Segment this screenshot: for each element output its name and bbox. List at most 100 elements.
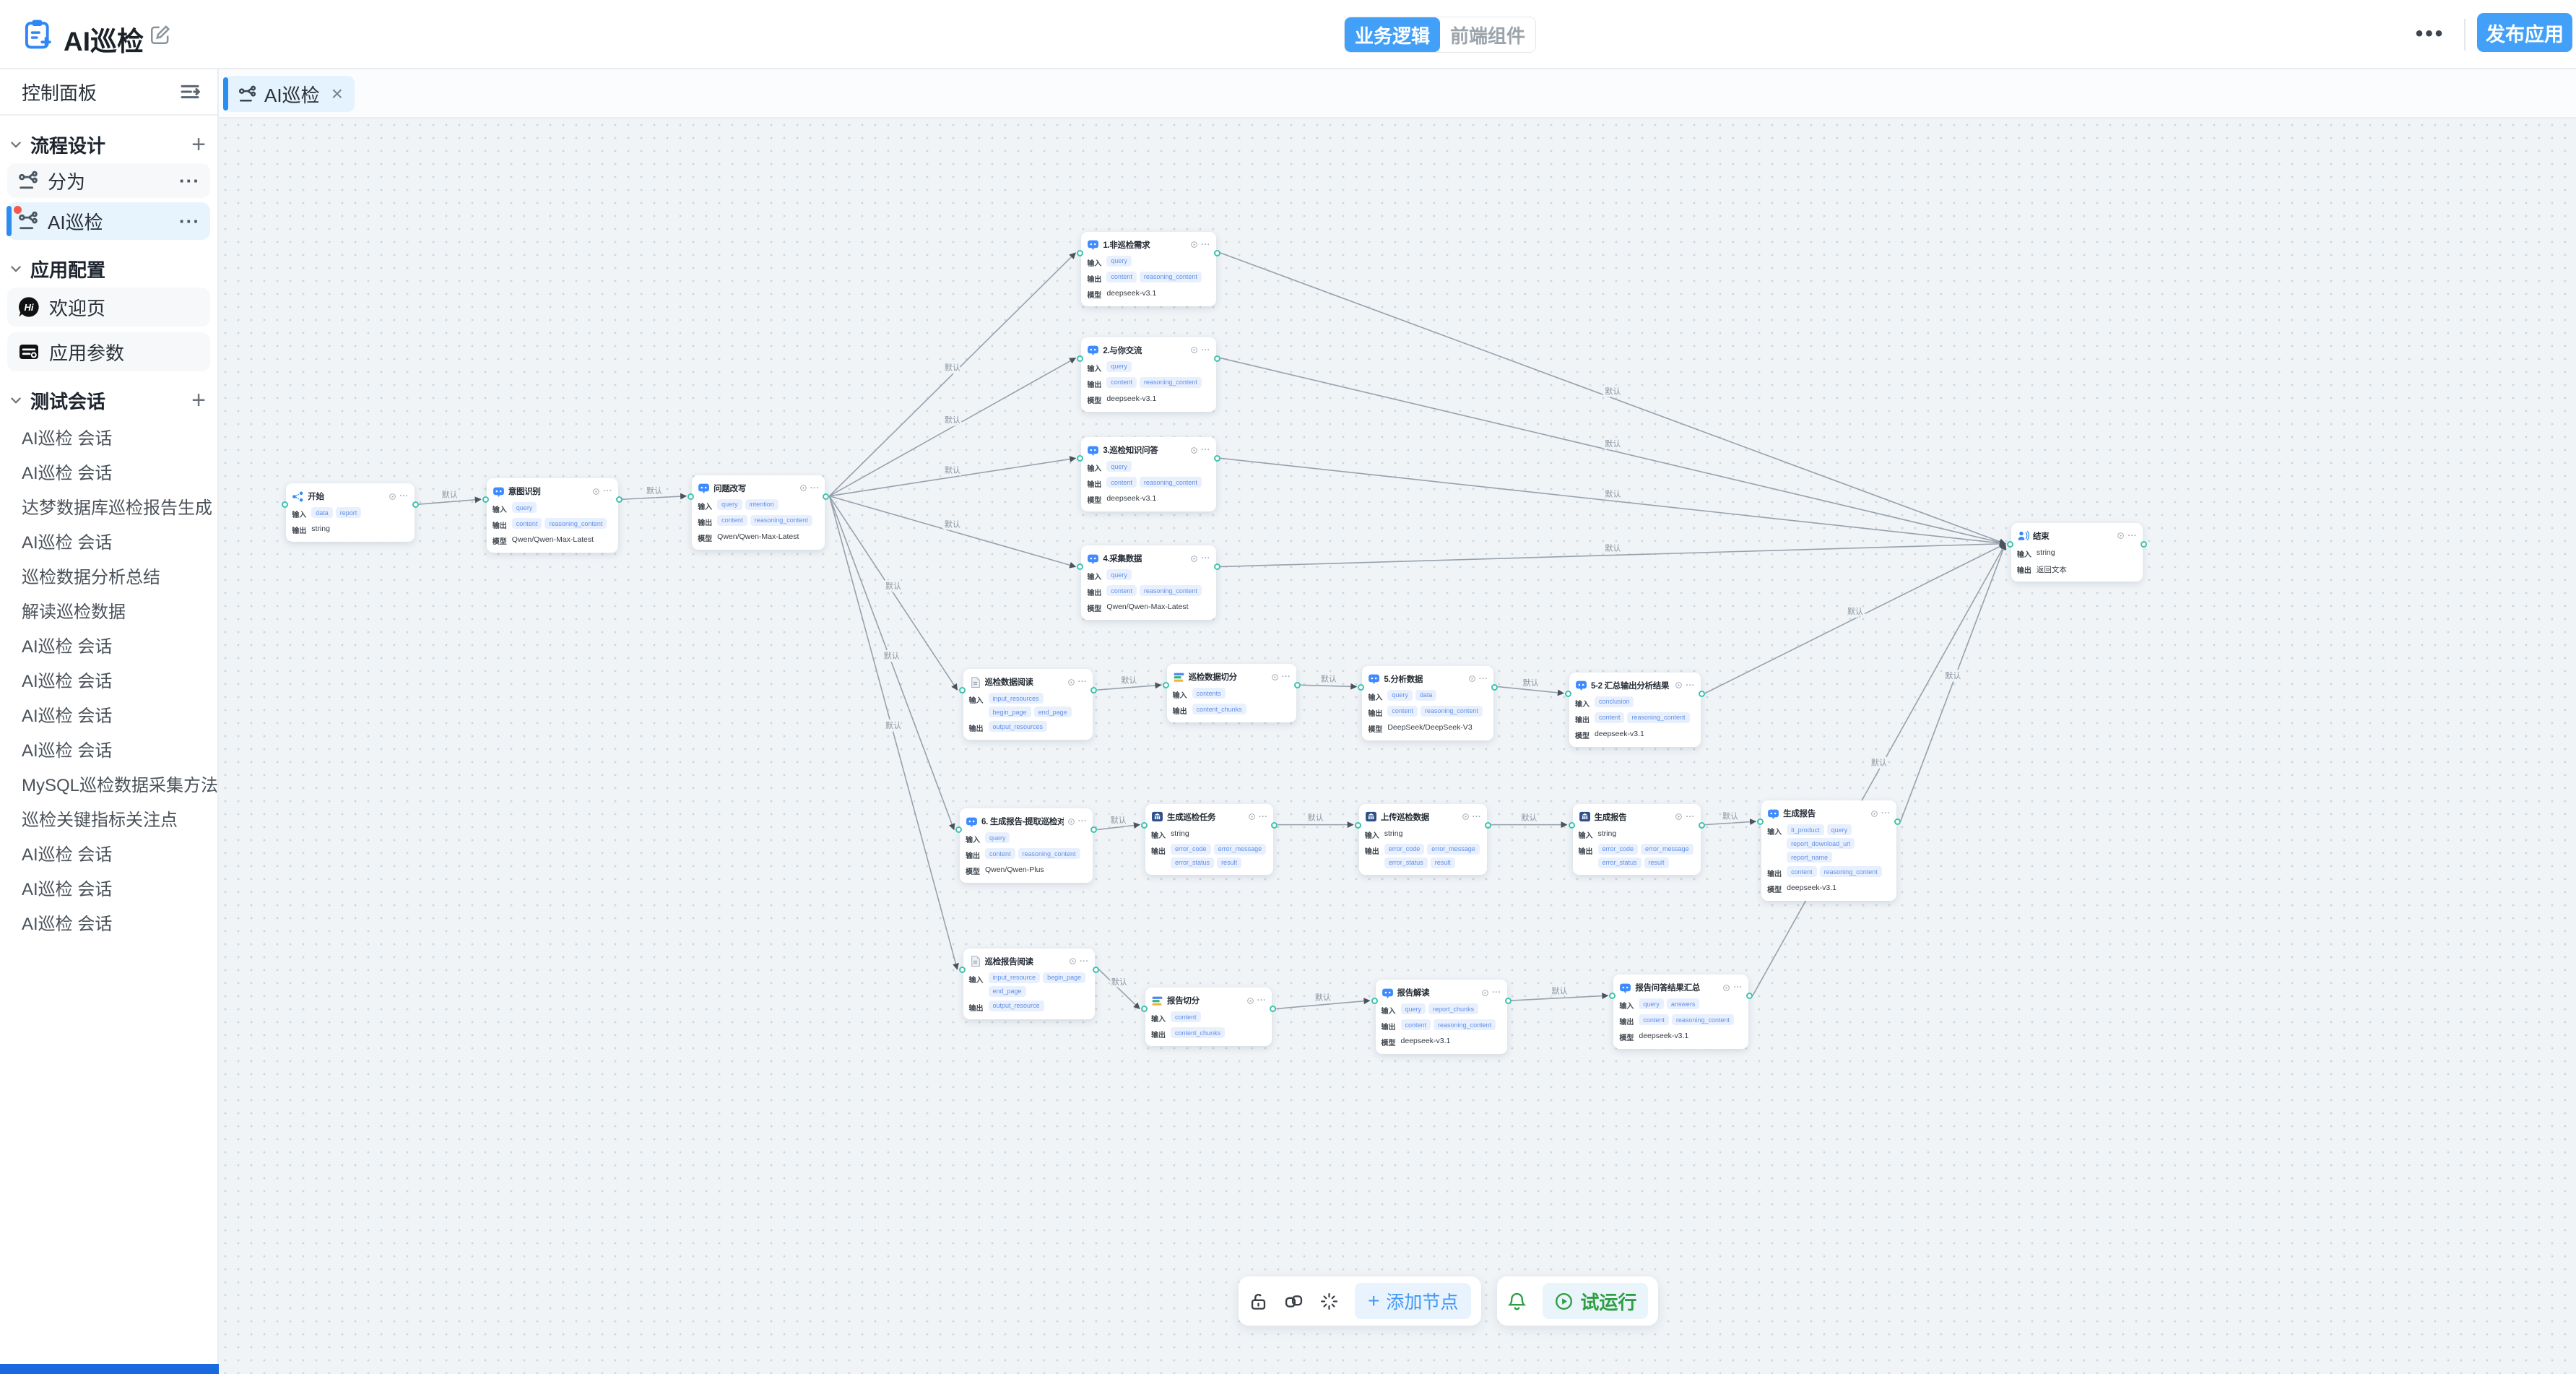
node-more-icon[interactable]: ··· xyxy=(1686,813,1695,821)
close-icon[interactable]: × xyxy=(331,82,343,105)
output-port[interactable] xyxy=(1699,822,1705,829)
flow-node-genReportLLM[interactable]: 生成报告···输入it_productqueryreport_download_… xyxy=(1761,800,1896,901)
item-more-icon[interactable]: ··· xyxy=(179,170,200,192)
input-port[interactable] xyxy=(955,826,962,833)
session-item[interactable]: 达梦数据库巡检报告生成 xyxy=(0,491,217,526)
session-item[interactable]: AI巡检 会话 xyxy=(0,457,217,491)
input-port[interactable] xyxy=(1757,818,1764,825)
node-run-icon[interactable] xyxy=(1190,241,1198,249)
output-port[interactable] xyxy=(1491,684,1498,691)
input-port[interactable] xyxy=(2007,541,2013,548)
flow-node-end[interactable]: 结束···输入string输出返回文本 xyxy=(2011,523,2143,582)
session-item[interactable]: AI巡检 会话 xyxy=(0,526,217,561)
flow-node-reportRead[interactable]: 巡检报告阅读···输入input_resourcebegin_pageend_p… xyxy=(963,949,1095,1019)
flow-node-genTask[interactable]: 生成巡检任务···输入string输出error_codeerror_messa… xyxy=(1145,804,1273,875)
input-port[interactable] xyxy=(1609,993,1616,999)
node-run-icon[interactable] xyxy=(389,493,396,501)
tab-frontend-components[interactable]: 前端组件 xyxy=(1440,17,1535,52)
flow-node-dataSplit[interactable]: 巡检数据切分···输入contents输出content_chunks xyxy=(1167,664,1297,722)
header-more-button[interactable]: ••• xyxy=(2405,14,2455,53)
section-app-config[interactable]: 应用配置 xyxy=(0,254,217,283)
flow-node-analyze[interactable]: 5.分析数据···输入querydata输出contentreasoning_c… xyxy=(1362,666,1493,740)
flow-node-gen6[interactable]: 6. 生成报告-提取巡检对象···输入query输出contentreasoni… xyxy=(960,808,1093,883)
input-port[interactable] xyxy=(1077,563,1083,570)
node-more-icon[interactable]: ··· xyxy=(1257,997,1267,1004)
output-port[interactable] xyxy=(1090,826,1097,833)
input-port[interactable] xyxy=(959,967,966,973)
output-port[interactable] xyxy=(1271,822,1278,829)
node-more-icon[interactable]: ··· xyxy=(603,488,612,495)
node-run-icon[interactable] xyxy=(1067,818,1075,826)
input-port[interactable] xyxy=(1569,822,1575,829)
sidebar-item-app-params[interactable]: 应用参数 xyxy=(7,332,210,371)
link-icon[interactable] xyxy=(1284,1292,1304,1311)
input-port[interactable] xyxy=(688,493,694,500)
node-more-icon[interactable]: ··· xyxy=(1080,958,1089,965)
sidebar-item-ai-inspection[interactable]: AI巡检 ··· xyxy=(7,202,210,240)
flow-node-n1[interactable]: 1.非巡检需求···输入query输出contentreasoning_cont… xyxy=(1081,232,1216,306)
input-port[interactable] xyxy=(1371,998,1378,1004)
output-port[interactable] xyxy=(1894,818,1901,825)
node-more-icon[interactable]: ··· xyxy=(1201,241,1210,249)
output-port[interactable] xyxy=(1093,967,1099,973)
output-port[interactable] xyxy=(616,496,623,503)
node-run-icon[interactable] xyxy=(1468,675,1476,683)
output-port[interactable] xyxy=(1505,998,1512,1004)
sidebar-item-welcome-page[interactable]: Hi 欢迎页 xyxy=(7,288,210,327)
input-port[interactable] xyxy=(1141,822,1148,829)
flow-node-n3[interactable]: 3.巡检知识问答···输入query输出contentreasoning_con… xyxy=(1081,437,1216,511)
input-port[interactable] xyxy=(1163,682,1169,688)
add-flow-button[interactable]: + xyxy=(191,132,206,157)
node-run-icon[interactable] xyxy=(1462,813,1470,821)
node-more-icon[interactable]: ··· xyxy=(1733,984,1743,991)
add-session-button[interactable]: + xyxy=(191,388,206,412)
node-more-icon[interactable]: ··· xyxy=(1201,347,1210,354)
output-port[interactable] xyxy=(1746,993,1753,999)
node-more-icon[interactable]: ··· xyxy=(810,485,820,492)
flow-node-reportInterpret[interactable]: 报告解读···输入queryreport_chunks输出contentreas… xyxy=(1376,980,1507,1054)
input-port[interactable] xyxy=(1355,822,1361,829)
session-item[interactable]: 巡检数据分析总结 xyxy=(0,561,217,595)
node-more-icon[interactable]: ··· xyxy=(1282,673,1291,680)
session-item[interactable]: AI巡检 会话 xyxy=(0,422,217,457)
node-more-icon[interactable]: ··· xyxy=(1686,682,1695,689)
flow-node-rewrite[interactable]: 问题改写···输入queryintention输出contentreasonin… xyxy=(692,475,825,550)
flow-node-start[interactable]: 开始···输入datareport输出string xyxy=(286,483,414,542)
input-port[interactable] xyxy=(1358,684,1364,691)
node-run-icon[interactable] xyxy=(1870,810,1878,818)
output-port[interactable] xyxy=(1214,250,1220,256)
session-item[interactable]: AI巡检 会话 xyxy=(0,665,217,699)
node-more-icon[interactable]: ··· xyxy=(1492,989,1501,996)
add-node-button[interactable]: + 添加节点 xyxy=(1355,1283,1471,1319)
node-run-icon[interactable] xyxy=(1190,555,1198,563)
session-item[interactable]: AI巡检 会话 xyxy=(0,734,217,769)
input-port[interactable] xyxy=(1077,355,1083,362)
output-port[interactable] xyxy=(1214,355,1220,362)
session-item[interactable]: AI巡检 会话 xyxy=(0,873,217,907)
tab-ai-inspection[interactable]: AI巡检 × xyxy=(225,76,355,112)
output-port[interactable] xyxy=(412,501,419,508)
output-port[interactable] xyxy=(823,493,829,500)
input-port[interactable] xyxy=(1141,1006,1148,1012)
session-item[interactable]: AI巡检 会话 xyxy=(0,699,217,734)
session-item[interactable]: AI巡检 会话 xyxy=(0,630,217,665)
output-port[interactable] xyxy=(1090,687,1097,694)
node-more-icon[interactable]: ··· xyxy=(1078,818,1088,825)
node-run-icon[interactable] xyxy=(799,484,807,492)
node-run-icon[interactable] xyxy=(1067,678,1075,686)
output-port[interactable] xyxy=(1214,563,1220,570)
flow-node-summary[interactable]: 5-2 汇总输出分析结果···输入conclusion输出contentreas… xyxy=(1569,673,1701,747)
input-port[interactable] xyxy=(1077,455,1083,462)
node-run-icon[interactable] xyxy=(2117,532,2125,540)
node-more-icon[interactable]: ··· xyxy=(1473,813,1482,821)
input-port[interactable] xyxy=(482,496,489,503)
edit-title-icon[interactable] xyxy=(149,24,171,46)
session-item[interactable]: 巡检关键指标关注点 xyxy=(0,803,217,838)
session-item[interactable]: MySQL巡检数据采集方法 xyxy=(0,769,217,803)
node-more-icon[interactable]: ··· xyxy=(1078,678,1088,686)
node-more-icon[interactable]: ··· xyxy=(2128,532,2137,540)
node-run-icon[interactable] xyxy=(1481,989,1489,997)
flow-node-n2[interactable]: 2.与你交流···输入query输出contentreasoning_conte… xyxy=(1081,337,1216,412)
flow-node-dataRead[interactable]: 巡检数据阅读···输入input_resourcesbegin_pageend_… xyxy=(963,669,1093,740)
flow-canvas[interactable]: 默认默认默认默认默认默认默认默认默认默认默认默认默认默认默认默认默认默认默认默认… xyxy=(219,118,2576,1374)
